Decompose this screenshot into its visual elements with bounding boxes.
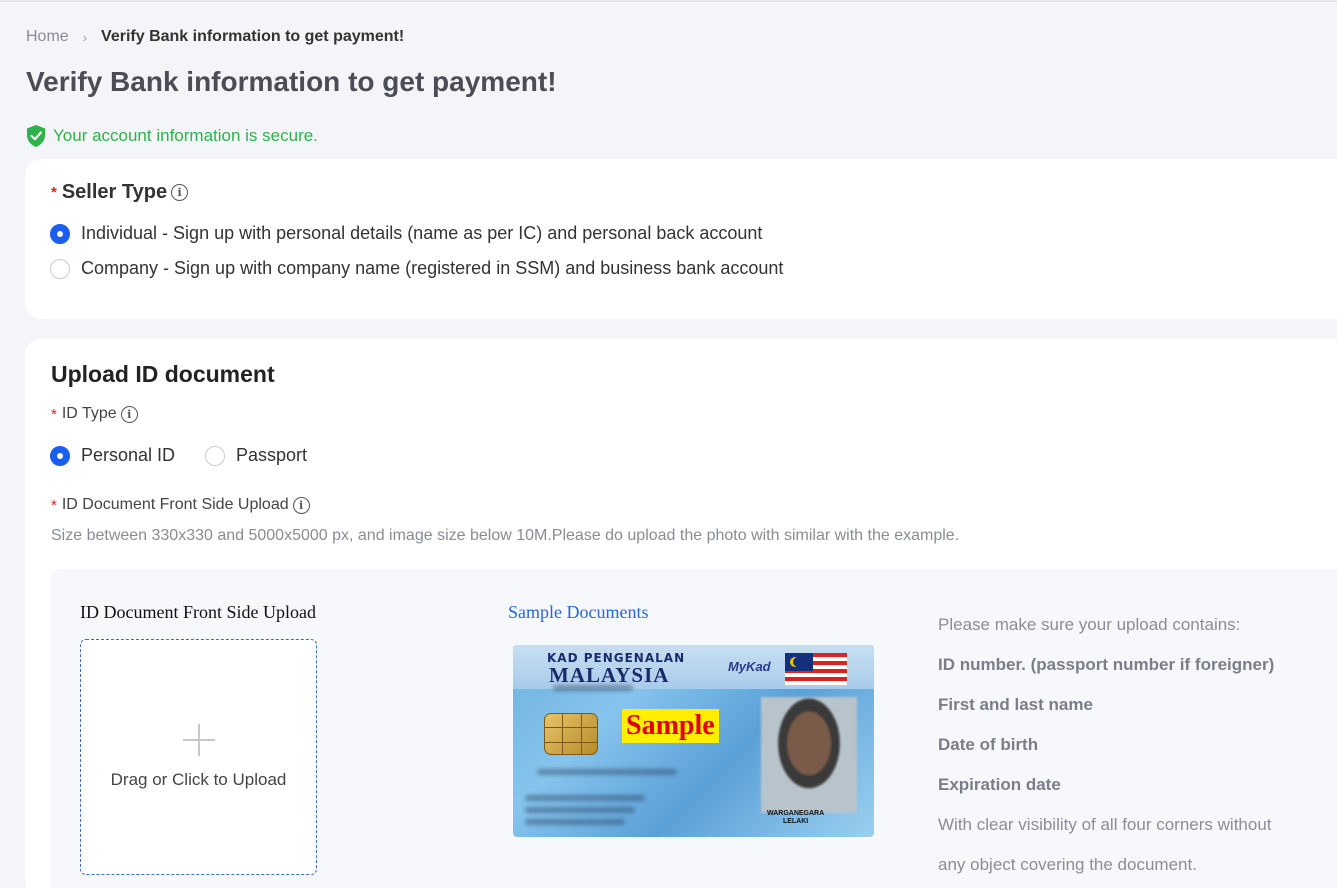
front-upload-title: ID Document Front Side Upload (61, 496, 289, 513)
chevron-right-icon: › (82, 29, 88, 45)
seller-type-card: * Seller Type i Individual - Sign up wit… (25, 159, 1337, 319)
sample-stamp: Sample (622, 709, 719, 743)
required-marker: * (51, 184, 57, 201)
upload-id-card: Upload ID document * ID Type i Personal … (25, 339, 1337, 888)
secure-notice: Your account information is secure. (25, 124, 318, 148)
card-brand-text: MyKad (728, 659, 771, 674)
id-type-personal-label: Personal ID (81, 445, 176, 465)
upload-hint: Size between 330x330 and 5000x5000 px, a… (51, 527, 960, 544)
radio-checked[interactable] (50, 223, 70, 244)
instruction-item: ID number. (passport number if foreigner… (938, 655, 1275, 674)
blurred-text (553, 685, 633, 691)
card-gender-text: LELAKI (782, 818, 809, 825)
instructions-outro: any object covering the document. (938, 855, 1197, 874)
blurred-text (525, 807, 635, 813)
instruction-item: Expiration date (938, 775, 1061, 794)
radio-unchecked[interactable] (50, 258, 70, 279)
radio-checked[interactable] (50, 445, 70, 466)
blurred-text (525, 795, 645, 801)
instructions-intro: Please make sure your upload contains: (938, 615, 1241, 634)
id-type-passport-label: Passport (236, 445, 308, 465)
info-icon[interactable]: i (120, 405, 138, 423)
sample-documents-link[interactable]: Sample Documents (508, 602, 648, 623)
upload-area-title: ID Document Front Side Upload (80, 602, 316, 622)
seller-type-title: Seller Type (61, 181, 168, 203)
id-type-title: ID Type (61, 405, 117, 422)
flag-icon (785, 653, 847, 685)
info-icon[interactable]: i (292, 496, 310, 514)
dropzone-text: Drag or Click to Upload (110, 770, 287, 789)
upload-dropzone[interactable]: Drag or Click to Upload (80, 639, 317, 875)
breadcrumb-current: Verify Bank information to get payment! (101, 28, 405, 45)
blurred-photo (761, 697, 857, 813)
blurred-text (537, 769, 677, 775)
radio-unchecked[interactable] (205, 445, 225, 466)
sample-id-image: KAD PENGENALAN MALAYSIA MyKad Sample WAR… (513, 645, 874, 837)
id-type-label: * ID Type i (51, 405, 138, 423)
breadcrumb-home[interactable]: Home (26, 28, 69, 46)
id-type-passport[interactable]: Passport (205, 445, 307, 466)
instruction-item: Date of birth (938, 735, 1039, 754)
required-marker: * (51, 496, 57, 514)
seller-type-company[interactable]: Company - Sign up with company name (reg… (50, 258, 783, 279)
instruction-item: First and last name (938, 695, 1093, 714)
seller-type-label: * Seller Type i (51, 181, 189, 204)
breadcrumb: Home › Verify Bank information to get pa… (26, 28, 404, 46)
plus-icon (182, 724, 215, 756)
secure-text: Your account information is secure. (53, 126, 318, 145)
info-icon[interactable]: i (171, 184, 189, 201)
id-type-personal[interactable]: Personal ID (50, 445, 175, 466)
upload-instructions: Please make sure your upload contains: I… (938, 605, 1298, 885)
upload-section-title: Upload ID document (51, 361, 275, 387)
front-upload-label: * ID Document Front Side Upload i (51, 496, 310, 514)
chip-icon (544, 713, 598, 755)
card-warga-text: WARGANEGARA (767, 810, 825, 817)
card-citizenship: WARGANEGARA LELAKI (767, 810, 824, 826)
seller-type-individual-label: Individual - Sign up with personal detai… (81, 223, 763, 243)
seller-type-company-label: Company - Sign up with company name (reg… (81, 258, 784, 278)
upload-area: ID Document Front Side Upload Drag or Cl… (50, 569, 1337, 888)
seller-type-individual[interactable]: Individual - Sign up with personal detai… (50, 223, 762, 244)
blurred-text (525, 819, 625, 825)
instructions-outro: With clear visibility of all four corner… (938, 815, 1272, 834)
shield-check-icon (27, 125, 45, 147)
page-title: Verify Bank information to get payment! (26, 66, 557, 97)
required-marker: * (51, 405, 57, 423)
